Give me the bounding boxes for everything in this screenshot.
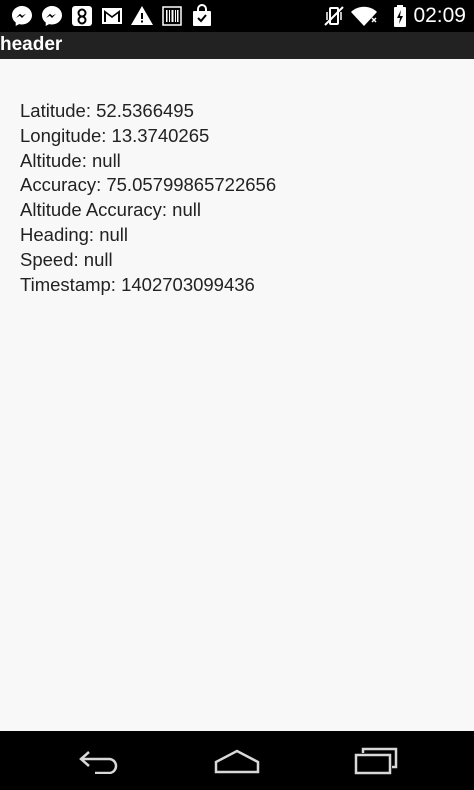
shopping-bag-icon [190, 4, 214, 33]
messenger-icon [40, 4, 64, 33]
altitude-accuracy-text: Altitude Accuracy: null [20, 199, 201, 221]
page-title: header [0, 34, 63, 55]
accuracy-text: Accuracy: 75.05799865722656 [20, 174, 277, 196]
altitude-text: Altitude: null [20, 149, 121, 171]
wifi-icon [350, 4, 378, 33]
home-icon [214, 749, 260, 774]
back-button[interactable] [69, 745, 129, 777]
heading-text: Heading: null [20, 223, 128, 245]
status-clock: 02:09 [413, 4, 466, 27]
status-bar[interactable]: 02:09 [0, 0, 474, 32]
battery-charging-icon [392, 4, 408, 33]
latitude-text: Latitude: 52.5366495 [20, 100, 194, 121]
timestamp-text: Timestamp: 1402703099436 [20, 273, 255, 295]
action-bar: header [0, 32, 474, 59]
messenger-icon [10, 4, 34, 33]
location-info-list: Latitude: 52.5366495 Longitude: 13.37402… [20, 99, 276, 297]
gmail-icon [100, 4, 124, 33]
shield-app-icon [70, 4, 94, 33]
recents-button[interactable] [346, 745, 406, 777]
back-icon [79, 751, 118, 774]
speed-text: Speed: null [20, 248, 113, 270]
vibrate-icon [322, 4, 346, 33]
recents-icon [354, 747, 398, 775]
main-content: Latitude: 52.5366495 Longitude: 13.37402… [0, 59, 474, 731]
barcode-icon [160, 4, 184, 33]
home-button[interactable] [207, 745, 267, 777]
navigation-bar [0, 731, 474, 790]
longitude-text: Longitude: 13.3740265 [20, 124, 210, 146]
warning-icon [130, 4, 154, 33]
